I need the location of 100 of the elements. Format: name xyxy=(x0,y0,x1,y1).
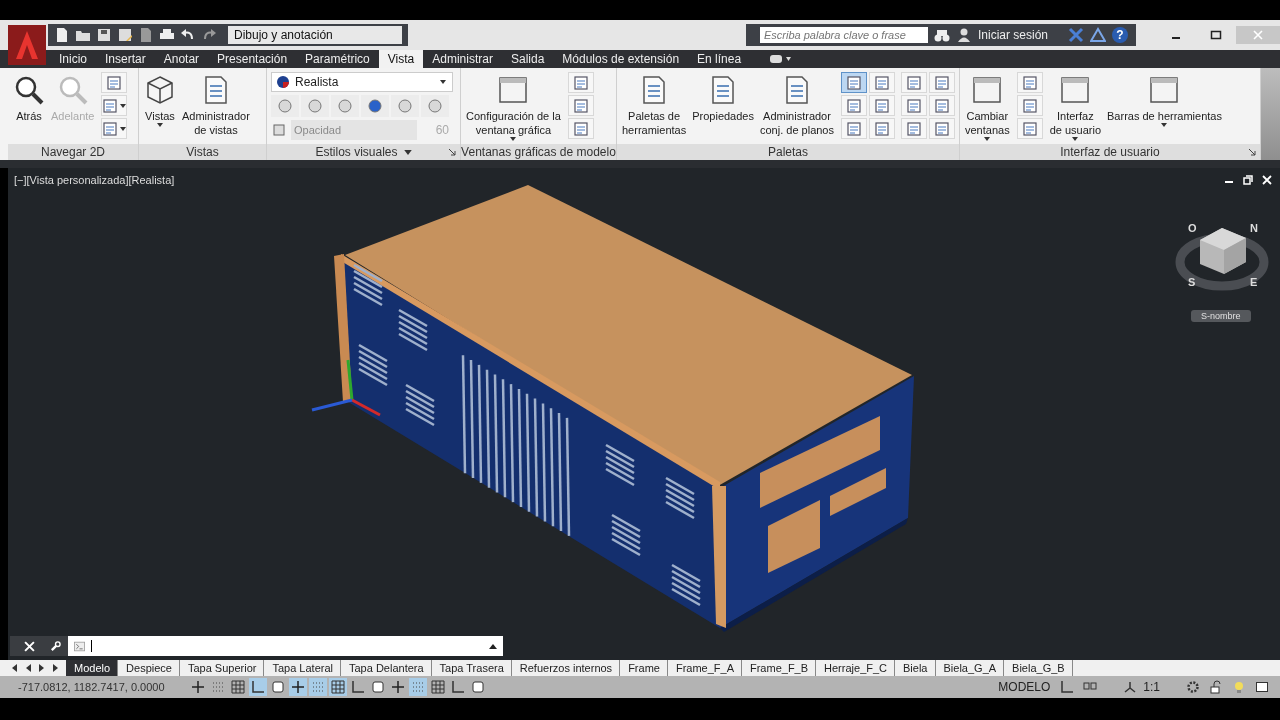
crosshair-icon xyxy=(191,680,205,694)
window-icon xyxy=(934,97,950,114)
status-toggle-button[interactable] xyxy=(329,678,347,696)
ribbon-tab[interactable]: Paramétrico xyxy=(296,50,379,68)
panel-title[interactable]: Estilos visuales xyxy=(315,145,398,159)
status-toggle-button[interactable] xyxy=(449,678,467,696)
window-icon xyxy=(971,74,1004,106)
caret-icon[interactable] xyxy=(403,149,412,155)
window-icon xyxy=(874,74,890,91)
model-space-button[interactable]: MODELO xyxy=(998,680,1051,694)
model-viewport[interactable]: [−][Vista personalizada][Realista] O N S E S-nombre xyxy=(8,168,1280,660)
window-icon xyxy=(906,120,922,137)
ribbon-tab[interactable]: Módulos de extensión xyxy=(553,50,689,68)
angle-icon[interactable] xyxy=(1060,680,1075,694)
save-icon[interactable] xyxy=(96,27,112,43)
panel-title[interactable]: Vistas xyxy=(186,145,219,159)
ribbon-button[interactable]: Administrador conj. de planos xyxy=(759,72,835,139)
x-icon[interactable] xyxy=(1068,27,1084,43)
status-toggle-button[interactable] xyxy=(309,678,327,696)
ribbon-tab[interactable]: Administrar xyxy=(423,50,502,68)
status-toggle-button[interactable] xyxy=(429,678,447,696)
ribbon-tab[interactable]: Vista xyxy=(378,50,424,68)
status-toggle-button[interactable] xyxy=(349,678,367,696)
triangle-icon[interactable] xyxy=(1090,27,1106,43)
style-tool-button[interactable] xyxy=(331,95,359,117)
ribbon-button[interactable]: Interfaz de usuario xyxy=(1048,72,1102,143)
panel-title[interactable]: Paletas xyxy=(767,145,808,159)
compass-letter[interactable]: N xyxy=(1250,222,1258,234)
compass-letter[interactable]: E xyxy=(1250,276,1258,288)
ribbon-tab[interactable]: Presentación xyxy=(208,50,297,68)
dotted-grid-icon xyxy=(311,680,325,694)
new-document-icon[interactable] xyxy=(54,27,70,43)
ribbon-button[interactable]: Atrás xyxy=(12,72,46,125)
launcher-arrow-icon[interactable] xyxy=(1248,148,1256,156)
app-logo-icon[interactable] xyxy=(8,25,46,65)
ribbon-tab[interactable]: Insertar xyxy=(96,50,155,68)
ribbon-button[interactable]: Vistas xyxy=(143,72,177,139)
square-icon xyxy=(371,680,385,694)
close-icon[interactable] xyxy=(1262,175,1272,185)
named-view-button[interactable]: S-nombre xyxy=(1191,310,1251,322)
panel-title[interactable]: Ventanas gráficas de modelo xyxy=(461,145,616,159)
window-icon xyxy=(497,74,530,106)
style-tool-button[interactable] xyxy=(361,95,389,117)
viewport-label[interactable]: [−][Vista personalizada][Realista] xyxy=(14,174,175,186)
ribbon-tab[interactable]: Anotar xyxy=(154,50,209,68)
style-tool-button[interactable] xyxy=(271,95,299,117)
style-tool-button[interactable] xyxy=(421,95,449,117)
workspace-dropdown[interactable]: Dibujo y anotación xyxy=(228,26,402,44)
lightbulb-icon[interactable] xyxy=(1232,680,1246,694)
search-field[interactable]: Escriba palabra clave o frase xyxy=(759,27,928,43)
ribbon-button[interactable]: Barras de herramientas xyxy=(1106,72,1223,143)
layout-tab[interactable]: Modelo xyxy=(66,660,119,676)
prompt-icon xyxy=(74,640,85,652)
status-toggle-button[interactable] xyxy=(269,678,287,696)
lock-icon[interactable] xyxy=(1209,680,1223,694)
style-tool-button[interactable] xyxy=(301,95,329,117)
ribbon-button[interactable]: Configuración de la ventana gráfica xyxy=(465,72,562,143)
coordinates-readout: -717.0812, 1182.7417, 0.0000 xyxy=(18,681,166,693)
launcher-arrow-icon[interactable] xyxy=(448,148,456,156)
opacity-value: 60 xyxy=(435,123,450,137)
window-icon[interactable] xyxy=(1255,680,1269,694)
panel-title[interactable]: Navegar 2D xyxy=(41,145,105,159)
caret-icon xyxy=(1161,123,1168,127)
caret-icon[interactable] xyxy=(489,643,497,649)
ribbon-tab[interactable]: En línea xyxy=(688,50,751,68)
wrench-icon[interactable] xyxy=(49,640,61,652)
display-toggle-icon[interactable] xyxy=(770,54,793,64)
annotation-scale-icon[interactable] xyxy=(1123,680,1138,694)
restore-icon[interactable] xyxy=(1243,175,1253,185)
status-toggle-button[interactable] xyxy=(409,678,427,696)
status-toggle-button[interactable] xyxy=(289,678,307,696)
ribbon-tab[interactable]: Salida xyxy=(501,50,554,68)
help-button[interactable]: ? xyxy=(1112,27,1128,43)
gear-icon[interactable] xyxy=(1186,680,1200,694)
status-toggle-button[interactable] xyxy=(189,678,207,696)
sign-in-link[interactable]: Iniciar sesión xyxy=(977,28,1048,42)
window-icon xyxy=(934,74,950,91)
panel-title[interactable]: Interfaz de usuario xyxy=(1060,145,1160,159)
style-tool-button[interactable] xyxy=(391,95,419,117)
square-icon xyxy=(271,680,285,694)
compass-letter[interactable]: S xyxy=(1188,276,1196,288)
ribbon-button[interactable]: Propiedades xyxy=(691,72,755,139)
window-icon xyxy=(846,97,862,114)
ribbon-tab[interactable]: Inicio xyxy=(50,50,96,68)
close-icon[interactable] xyxy=(23,640,35,652)
document-icon[interactable] xyxy=(138,27,154,43)
cube-icon[interactable] xyxy=(271,122,287,138)
status-toggle-button[interactable] xyxy=(249,678,267,696)
binoculars-icon[interactable] xyxy=(933,27,950,43)
compass-letter[interactable]: O xyxy=(1188,222,1197,234)
ribbon-button[interactable]: Cambiar ventanas xyxy=(964,72,1011,143)
status-toggle-button[interactable] xyxy=(389,678,407,696)
visual-style-dropdown[interactable]: Realista xyxy=(271,72,453,92)
tool-button[interactable] xyxy=(841,72,867,93)
annotation-scale-dropdown[interactable]: 1:1 xyxy=(1143,680,1160,694)
ribbon-button[interactable]: Paletas de herramientas xyxy=(621,72,688,139)
save-as-icon[interactable] xyxy=(117,27,133,43)
ribbon-button[interactable]: Administrador de vistas xyxy=(181,72,251,139)
status-toggle-button[interactable] xyxy=(229,678,247,696)
caret-icon xyxy=(120,126,127,131)
